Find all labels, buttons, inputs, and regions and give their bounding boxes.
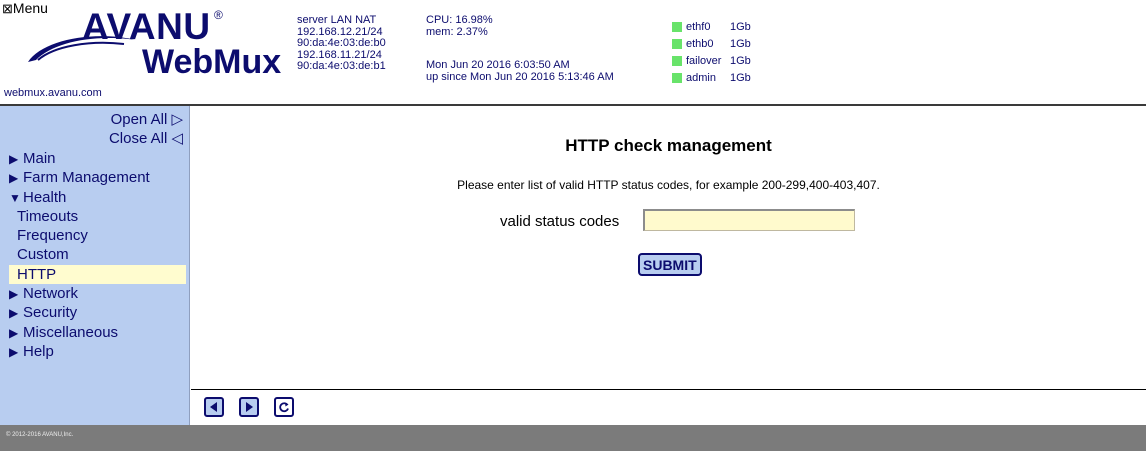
page-title: HTTP check management <box>565 136 772 155</box>
back-button[interactable] <box>204 397 224 417</box>
interface-speed: 1Gb <box>730 20 751 33</box>
sidebar-item-label: Main <box>23 150 56 167</box>
expand-triangle-icon: ▶ <box>9 325 19 340</box>
open-all-link[interactable]: Open All ▷ <box>111 110 183 128</box>
sidebar-subitem-http[interactable]: HTTP <box>9 264 186 285</box>
expand-triangle-icon: ▶ <box>9 287 19 302</box>
interface-speed: 1Gb <box>730 37 751 50</box>
interface-speed: 1Gb <box>730 71 751 84</box>
current-date: Mon Jun 20 2016 6:03:50 AM <box>426 59 570 71</box>
reload-icon <box>279 402 289 413</box>
sidebar-subitem-timeouts[interactable]: Timeouts <box>9 207 186 226</box>
close-all-link[interactable]: Close All ◁ <box>109 129 183 147</box>
sidebar-item-main[interactable]: ▶ Main <box>9 149 186 168</box>
sidebar-item-network[interactable]: ▶ Network <box>9 284 186 303</box>
sidebar-subitem-frequency[interactable]: Frequency <box>9 226 186 245</box>
footer: © 2012-2016 AVANU,Inc. <box>0 425 1146 451</box>
submit-button[interactable]: SUBMIT <box>638 253 702 276</box>
nav-toolbar <box>191 390 1146 425</box>
sidebar-item-help[interactable]: ▶ Help <box>9 342 186 361</box>
registered-mark: ® <box>214 8 223 22</box>
sidebar-item-label: Security <box>23 304 78 322</box>
status-ok-icon <box>672 55 682 66</box>
interface-name: ethb0 <box>686 37 714 50</box>
sidebar-item-label: Farm Management <box>23 169 150 187</box>
status-ok-icon <box>672 72 682 83</box>
reload-button[interactable] <box>274 397 294 417</box>
sidebar-subitem-custom[interactable]: Custom <box>9 245 186 264</box>
sidebar-nav: ▶ Main ▶ Farm Management ▼ Health Timeouts … <box>9 149 186 361</box>
lan-mac: 90:da:4e:03:de:b0 <box>297 37 386 49</box>
sidebar-item-miscellaneous[interactable]: ▶ Miscellaneous <box>9 323 186 342</box>
domain-text: webmux.avanu.com <box>4 87 102 99</box>
network-info: server LAN NAT 192.168.12.21/24 90:da:4e… <box>297 14 386 73</box>
header: ⊠Menu AVANU ® WebMux webmux.avanu.com se… <box>0 0 1146 104</box>
instructions-text: Please enter list of valid HTTP status c… <box>457 178 880 192</box>
expand-triangle-icon: ▶ <box>9 152 19 166</box>
wan-mac: 90:da:4e:03:de:b1 <box>297 60 386 72</box>
sidebar-item-security[interactable]: ▶ Security <box>9 303 186 322</box>
uptime: up since Mon Jun 20 2016 5:13:46 AM <box>426 70 614 83</box>
sidebar-item-farm-management[interactable]: ▶ Farm Management <box>9 168 186 187</box>
forward-button[interactable] <box>239 397 259 417</box>
sidebar-item-health[interactable]: ▼ Health <box>9 188 186 207</box>
status-codes-input[interactable] <box>643 209 855 231</box>
interface-name: admin <box>686 71 716 84</box>
expand-triangle-icon: ▶ <box>9 344 19 359</box>
sidebar-item-label: Network <box>23 285 79 303</box>
back-arrow-icon <box>210 402 217 412</box>
status-ok-icon <box>672 38 682 49</box>
main-content: HTTP check management Please enter list … <box>191 106 1146 389</box>
status-ok-icon <box>672 21 682 32</box>
close-box-icon: ⊠ <box>2 1 13 16</box>
avanu-webmux-logo[interactable]: AVANU ® WebMux <box>24 4 284 96</box>
forward-arrow-icon <box>246 402 253 412</box>
sidebar-item-label: Help <box>23 342 54 360</box>
expand-triangle-icon: ▶ <box>9 171 19 186</box>
sidebar-item-label: Miscellaneous <box>23 323 119 341</box>
interface-admin: admin 1Gb <box>672 69 751 86</box>
logo-avanu-text: AVANU <box>82 6 211 47</box>
interface-name: failover <box>686 54 722 67</box>
network-mode: server LAN NAT <box>297 14 377 26</box>
interface-ethf0: ethf0 1Gb <box>672 18 751 35</box>
interface-ethb0: ethb0 1Gb <box>672 35 751 52</box>
sidebar-item-label: Health <box>23 188 67 206</box>
interface-name: ethf0 <box>686 20 711 33</box>
copyright-text: © 2012-2016 AVANU,Inc. <box>6 432 74 438</box>
status-codes-label: valid status codes <box>500 213 620 230</box>
expand-triangle-icon: ▶ <box>9 306 19 321</box>
interface-list: ethf0 1Gb ethb0 1Gb failover 1Gb admin 1… <box>672 18 751 86</box>
interface-speed: 1Gb <box>730 54 751 67</box>
mem-usage: mem: 2.37% <box>426 25 488 38</box>
collapse-triangle-icon: ▼ <box>9 190 21 205</box>
system-info: CPU: 16.98% mem: 2.37% Mon Jun 20 2016 6… <box>426 14 614 83</box>
cpu-usage: CPU: 16.98% <box>426 14 493 26</box>
sidebar: Open All ▷ Close All ◁ ▶ Main ▶ Farm Manag… <box>0 106 190 425</box>
logo-webmux-text: WebMux <box>142 43 282 81</box>
interface-failover: failover 1Gb <box>672 52 751 69</box>
